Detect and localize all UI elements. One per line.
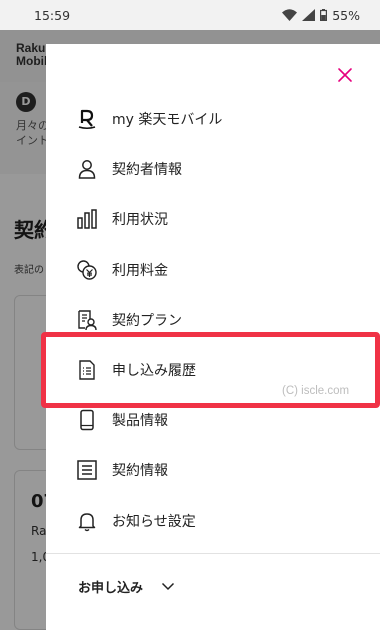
battery-level: 55% (332, 7, 360, 23)
drawer-menu: my 楽天モバイル 契約者情報 利用状況 利用料金 契約プラン 申し込み履歴 製… (46, 94, 380, 546)
menu-item-label: 製品情報 (112, 413, 168, 430)
rakuten-r-icon (76, 108, 98, 130)
menu-item-usage-status[interactable]: 利用状況 (46, 194, 380, 244)
bell-icon (76, 510, 98, 532)
menu-item-usage-charges[interactable]: 利用料金 (46, 245, 380, 295)
plan-document-icon (76, 309, 98, 331)
close-icon (338, 68, 352, 82)
status-bar: 15:59 55% (0, 0, 380, 30)
status-time: 15:59 (34, 7, 71, 23)
navigation-drawer: my 楽天モバイル 契約者情報 利用状況 利用料金 契約プラン 申し込み履歴 製… (46, 44, 380, 630)
menu-item-contract-info[interactable]: 契約情報 (46, 445, 380, 495)
status-icons: 55% (282, 8, 360, 23)
menu-item-subscriber-info[interactable]: 契約者情報 (46, 144, 380, 194)
menu-item-label: my 楽天モバイル (112, 112, 223, 129)
menu-item-label: 契約情報 (112, 463, 168, 480)
close-button[interactable] (336, 66, 354, 84)
chevron-down-icon (161, 582, 175, 591)
bar-chart-icon (76, 208, 98, 230)
battery-icon (320, 9, 328, 21)
person-icon (76, 158, 98, 180)
contract-document-icon (76, 459, 98, 481)
menu-item-label: 利用料金 (112, 262, 168, 279)
watermark: (C) iscle.com (282, 385, 350, 397)
menu-item-contract-plan[interactable]: 契約プラン (46, 295, 380, 345)
menu-item-label: 申し込み履歴 (112, 363, 196, 380)
menu-item-notification-settings[interactable]: お知らせ設定 (46, 496, 380, 546)
section-label: お申し込み (78, 581, 144, 596)
menu-item-label: お知らせ設定 (112, 513, 196, 530)
menu-item-my-rakuten-mobile[interactable]: my 楽天モバイル (46, 94, 380, 144)
history-document-icon (76, 359, 98, 381)
wifi-icon (282, 9, 298, 21)
application-section-toggle[interactable]: お申し込み (78, 577, 175, 596)
menu-item-label: 利用状況 (112, 212, 168, 229)
yen-coins-icon (76, 259, 98, 281)
divider (46, 553, 380, 554)
smartphone-icon (76, 409, 98, 431)
menu-item-label: 契約プラン (112, 312, 182, 329)
signal-icon (302, 9, 316, 21)
menu-item-product-info[interactable]: 製品情報 (46, 395, 380, 445)
menu-item-label: 契約者情報 (112, 162, 182, 179)
